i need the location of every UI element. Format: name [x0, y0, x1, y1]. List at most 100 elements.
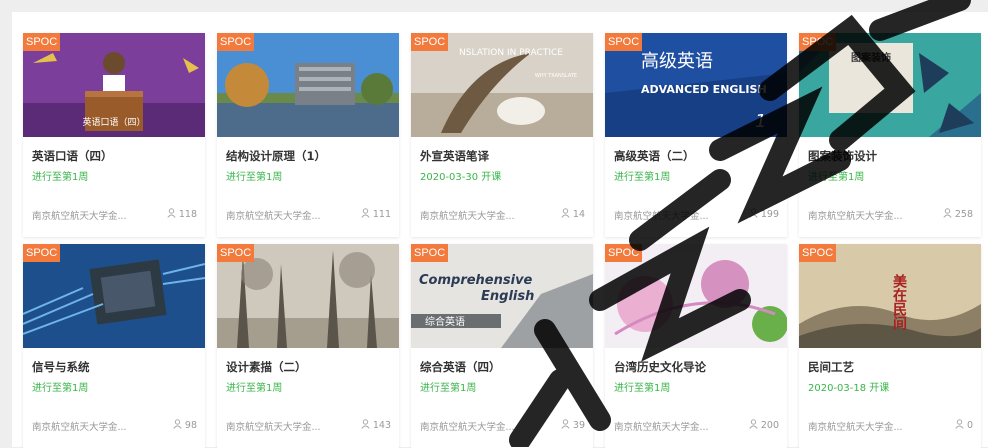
- course-school: 南京航空航天大学金...: [32, 422, 127, 433]
- course-status: 进行至第1周: [420, 383, 477, 394]
- course-school: 南京航空航天大学金...: [808, 211, 903, 222]
- spoc-badge: SPOC: [411, 244, 449, 262]
- course-thumbnail[interactable]: 高级英语 ADVANCED ENGLISH 1 SPOC: [605, 33, 787, 137]
- course-title[interactable]: 外宣英语笔译: [420, 148, 489, 164]
- course-thumbnail[interactable]: SPOC: [23, 244, 205, 348]
- count-value: 199: [760, 209, 779, 220]
- thumb-subtitle: English: [481, 289, 534, 304]
- course-card[interactable]: NSLATION IN PRACTICE WHY TRANSLATE SPOC …: [411, 33, 593, 237]
- course-thumbnail[interactable]: SPOC: [217, 244, 399, 348]
- course-title[interactable]: 图案装饰设计: [808, 148, 877, 164]
- enrollment-count: 111: [361, 208, 391, 220]
- course-school: 南京航空航天大学金...: [614, 211, 709, 222]
- spoc-badge: SPOC: [799, 244, 837, 262]
- course-school: 南京航空航天大学金...: [32, 211, 127, 222]
- thumb-caption: Comprehensive: [419, 273, 533, 288]
- count-value: 258: [954, 209, 973, 220]
- course-status: 进行至第1周: [614, 172, 671, 183]
- thumb-subtitle: WHY TRANSLATE: [535, 73, 577, 79]
- course-title[interactable]: 信号与系统: [32, 359, 90, 375]
- course-card[interactable]: SPOC 台湾历史文化导论 进行至第1周 南京航空航天大学金... 200: [605, 244, 787, 448]
- course-school: 南京航空航天大学金...: [226, 422, 321, 433]
- course-title[interactable]: 高级英语（二）: [614, 148, 695, 164]
- enrollment-count: 39: [561, 419, 585, 431]
- course-status: 进行至第1周: [808, 172, 865, 183]
- course-title[interactable]: 台湾历史文化导论: [614, 359, 706, 375]
- person-icon: [173, 419, 182, 429]
- spoc-badge: SPOC: [217, 33, 255, 51]
- course-title[interactable]: 综合英语（四）: [420, 359, 501, 375]
- thumb-chinese: 综合英语: [425, 315, 465, 328]
- person-icon: [167, 208, 176, 218]
- course-status: 进行至第1周: [226, 172, 283, 183]
- course-thumbnail[interactable]: SPOC: [605, 244, 787, 348]
- course-thumbnail[interactable]: SPOC: [217, 33, 399, 137]
- enrollment-count: 98: [173, 419, 197, 431]
- course-title[interactable]: 英语口语（四）: [32, 148, 113, 164]
- course-card[interactable]: Comprehensive English 综合英语 SPOC 综合英语（四） …: [411, 244, 593, 448]
- count-value: 111: [372, 209, 391, 220]
- course-card[interactable]: 图案装饰 SPOC 图案装饰设计 进行至第1周 南京航空航天大学金... 258: [799, 33, 981, 237]
- enrollment-count: 0: [955, 419, 973, 431]
- count-value: 39: [572, 420, 585, 431]
- spoc-badge: SPOC: [605, 33, 643, 51]
- course-title[interactable]: 设计素描（二）: [226, 359, 307, 375]
- course-status: 2020-03-18 开课: [808, 383, 890, 394]
- enrollment-count: 118: [167, 208, 197, 220]
- course-school: 南京航空航天大学金...: [226, 211, 321, 222]
- spoc-badge: SPOC: [411, 33, 449, 51]
- person-icon: [749, 419, 758, 429]
- course-card[interactable]: SPOC 结构设计原理（1） 进行至第1周 南京航空航天大学金... 111: [217, 33, 399, 237]
- spoc-badge: SPOC: [605, 244, 643, 262]
- course-title[interactable]: 结构设计原理（1）: [226, 148, 326, 164]
- person-icon: [943, 208, 952, 218]
- course-thumbnail[interactable]: 英语口语（四） SPOC: [23, 33, 205, 137]
- spoc-badge: SPOC: [217, 244, 255, 262]
- enrollment-count: 199: [749, 208, 779, 220]
- thumb-caption: 美在民间: [891, 273, 907, 331]
- course-status: 进行至第1周: [32, 172, 89, 183]
- course-card[interactable]: 美在民间 SPOC 民间工艺 2020-03-18 开课 南京航空航天大学金..…: [799, 244, 981, 448]
- course-school: 南京航空航天大学金...: [614, 422, 709, 433]
- thumb-caption: 图案装饰: [851, 51, 891, 64]
- course-card[interactable]: SPOC 设计素描（二） 进行至第1周 南京航空航天大学金... 143: [217, 244, 399, 448]
- course-thumbnail[interactable]: 美在民间 SPOC: [799, 244, 981, 348]
- course-school: 南京航空航天大学金...: [420, 211, 515, 222]
- thumb-subtitle: ADVANCED ENGLISH: [641, 83, 767, 96]
- course-card[interactable]: 高级英语 ADVANCED ENGLISH 1 SPOC 高级英语（二） 进行至…: [605, 33, 787, 237]
- count-value: 98: [184, 420, 197, 431]
- course-status: 进行至第1周: [614, 383, 671, 394]
- person-icon: [561, 208, 570, 218]
- course-title[interactable]: 民间工艺: [808, 359, 854, 375]
- course-grid-panel: 英语口语（四） SPOC 英语口语（四） 进行至第1周 南京航空航天大学金...…: [12, 12, 988, 448]
- count-value: 200: [760, 420, 779, 431]
- person-icon: [561, 419, 570, 429]
- count-value: 118: [178, 209, 197, 220]
- person-icon: [361, 208, 370, 218]
- course-thumbnail[interactable]: Comprehensive English 综合英语 SPOC: [411, 244, 593, 348]
- person-icon: [361, 419, 370, 429]
- count-value: 14: [572, 209, 585, 220]
- course-school: 南京航空航天大学金...: [420, 422, 515, 433]
- course-status: 2020-03-30 开课: [420, 172, 502, 183]
- thumb-number: 1: [755, 111, 766, 132]
- thumb-caption: NSLATION IN PRACTICE: [459, 48, 563, 58]
- course-status: 进行至第1周: [226, 383, 283, 394]
- enrollment-count: 200: [749, 419, 779, 431]
- person-icon: [749, 208, 758, 218]
- course-card[interactable]: 英语口语（四） SPOC 英语口语（四） 进行至第1周 南京航空航天大学金...…: [23, 33, 205, 237]
- count-value: 143: [372, 420, 391, 431]
- course-card[interactable]: SPOC 信号与系统 进行至第1周 南京航空航天大学金... 98: [23, 244, 205, 448]
- thumb-caption: 英语口语（四）: [82, 116, 145, 128]
- enrollment-count: 258: [943, 208, 973, 220]
- person-icon: [955, 419, 964, 429]
- course-status: 进行至第1周: [32, 383, 89, 394]
- enrollment-count: 143: [361, 419, 391, 431]
- count-value: 0: [966, 420, 973, 431]
- enrollment-count: 14: [561, 208, 585, 220]
- course-school: 南京航空航天大学金...: [808, 422, 903, 433]
- course-thumbnail[interactable]: NSLATION IN PRACTICE WHY TRANSLATE SPOC: [411, 33, 593, 137]
- spoc-badge: SPOC: [23, 244, 61, 262]
- thumb-caption: 高级英语: [641, 51, 713, 72]
- course-thumbnail[interactable]: 图案装饰 SPOC: [799, 33, 981, 137]
